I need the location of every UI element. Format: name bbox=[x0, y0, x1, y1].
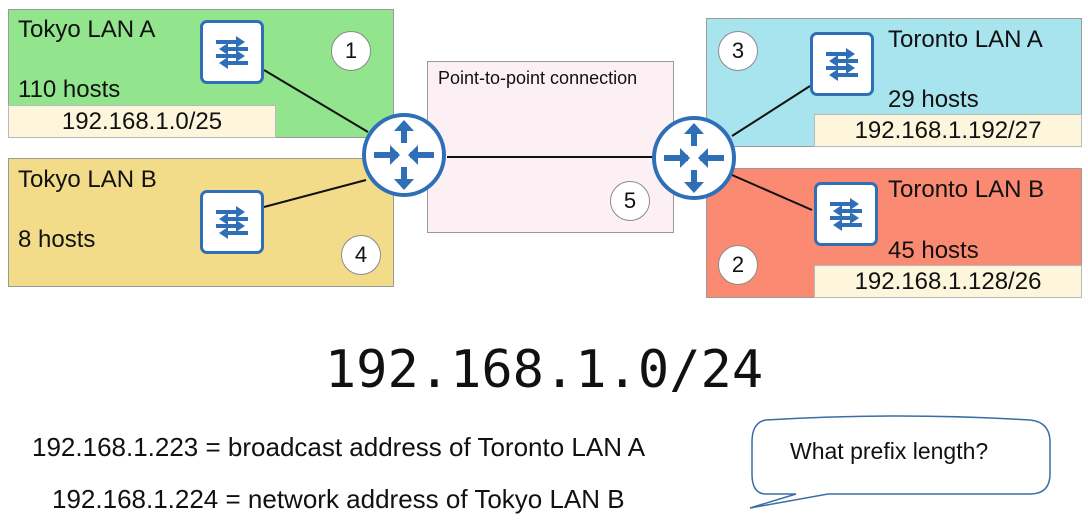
tokyo-lan-a-hosts: 110 hosts bbox=[18, 76, 121, 103]
point-to-point-number: 5 bbox=[610, 181, 650, 221]
toronto-lan-a-hosts: 29 hosts bbox=[888, 86, 979, 113]
tokyo-lan-b-hosts: 8 hosts bbox=[18, 226, 96, 253]
link-tokyo-b bbox=[263, 179, 367, 208]
toronto-lan-b-subnet: 192.168.1.128/26 bbox=[814, 265, 1082, 298]
tokyo-lan-a-title: Tokyo LAN A bbox=[18, 16, 156, 43]
link-toronto-a bbox=[731, 85, 811, 137]
tokyo-lan-b-number: 4 bbox=[341, 235, 381, 275]
tokyo-router-icon bbox=[362, 113, 446, 197]
note-network: 192.168.1.224 = network address of Tokyo… bbox=[52, 484, 625, 514]
toronto-lan-a-subnet: 192.168.1.192/27 bbox=[814, 114, 1082, 147]
toronto-a-switch-icon bbox=[810, 32, 874, 96]
tokyo-b-switch-icon bbox=[200, 190, 264, 254]
tokyo-lan-a-subnet: 192.168.1.0/25 bbox=[8, 105, 276, 138]
note-broadcast: 192.168.1.223 = broadcast address of Tor… bbox=[32, 432, 646, 462]
toronto-lan-a-number: 3 bbox=[718, 31, 758, 71]
tokyo-a-switch-icon bbox=[200, 20, 264, 84]
tokyo-lan-a-number: 1 bbox=[331, 31, 371, 71]
toronto-lan-b-title: Toronto LAN B bbox=[888, 176, 1045, 203]
toronto-lan-b-hosts: 45 hosts bbox=[888, 237, 979, 264]
link-tokyo-a bbox=[263, 69, 369, 133]
toronto-b-switch-icon bbox=[814, 182, 878, 246]
toronto-lan-a-title: Toronto LAN A bbox=[888, 26, 1043, 53]
tokyo-lan-b-title: Tokyo LAN B bbox=[18, 166, 157, 193]
link-toronto-b bbox=[731, 174, 813, 211]
network-address: 192.168.1.0/24 bbox=[324, 340, 764, 400]
toronto-lan-b-number: 2 bbox=[718, 245, 758, 285]
toronto-router-icon bbox=[652, 116, 736, 200]
callout-question: What prefix length? bbox=[790, 438, 989, 464]
